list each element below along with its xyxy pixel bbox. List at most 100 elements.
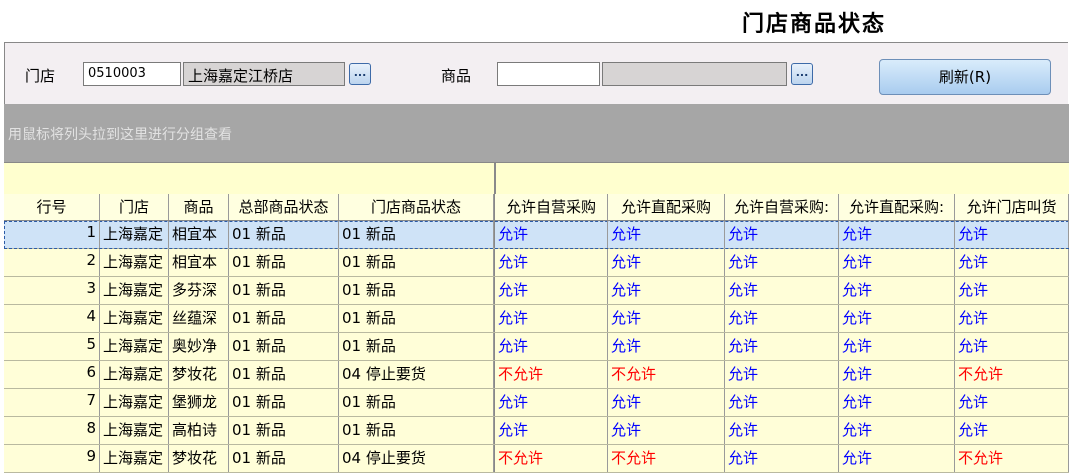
store-cell[interactable]: 上海嘉定 — [100, 305, 169, 332]
allow-direct-purchase-cell[interactable]: 允许 — [608, 221, 725, 248]
column-header-allow-direct-purchase[interactable]: 允许直配采购 — [608, 194, 725, 220]
allow-direct-purchase-cell[interactable]: 不允许 — [608, 361, 725, 388]
hq-status-cell[interactable]: 01 新品 — [229, 305, 339, 332]
allow-direct-purchase-2-cell[interactable]: 允许 — [839, 249, 955, 276]
allow-self-purchase-cell[interactable]: 不允许 — [494, 361, 608, 388]
allow-direct-purchase-cell[interactable]: 允许 — [608, 305, 725, 332]
group-by-area[interactable]: 用鼠标将列头拉到这里进行分组查看 — [4, 104, 1069, 162]
allow-self-purchase-2-cell[interactable]: 允许 — [725, 221, 839, 248]
table-row[interactable]: 7 上海嘉定 堡狮龙 01 新品 01 新品 允许 允许 允许 允许 允许 — [4, 389, 1069, 417]
allow-store-order-cell[interactable]: 允许 — [955, 305, 1069, 332]
column-header-product[interactable]: 商品 — [169, 194, 229, 220]
allow-store-order-cell[interactable]: 不允许 — [955, 445, 1069, 472]
product-cell[interactable]: 堡狮龙 — [169, 389, 229, 416]
product-cell[interactable]: 相宜本 — [169, 221, 229, 248]
store-cell[interactable]: 上海嘉定 — [100, 445, 169, 472]
store-cell[interactable]: 上海嘉定 — [100, 333, 169, 360]
allow-direct-purchase-2-cell[interactable]: 允许 — [839, 305, 955, 332]
refresh-button[interactable]: 刷新(R) — [879, 59, 1051, 95]
allow-store-order-cell[interactable]: 允许 — [955, 333, 1069, 360]
row-number-cell[interactable]: 3 — [4, 277, 100, 304]
allow-direct-purchase-cell[interactable]: 允许 — [608, 417, 725, 444]
allow-store-order-cell[interactable]: 允许 — [955, 389, 1069, 416]
allow-self-purchase-cell[interactable]: 允许 — [494, 417, 608, 444]
allow-self-purchase-cell[interactable]: 允许 — [494, 221, 608, 248]
allow-direct-purchase-2-cell[interactable]: 允许 — [839, 277, 955, 304]
store-status-cell[interactable]: 01 新品 — [339, 417, 494, 444]
allow-direct-purchase-cell[interactable]: 允许 — [608, 249, 725, 276]
allow-self-purchase-cell[interactable]: 允许 — [494, 333, 608, 360]
row-number-cell[interactable]: 9 — [4, 445, 100, 472]
allow-self-purchase-2-cell[interactable]: 允许 — [725, 333, 839, 360]
allow-self-purchase-cell[interactable]: 允许 — [494, 277, 608, 304]
hq-status-cell[interactable]: 01 新品 — [229, 221, 339, 248]
table-row[interactable]: 3 上海嘉定 多芬深 01 新品 01 新品 允许 允许 允许 允许 允许 — [4, 277, 1069, 305]
allow-direct-purchase-2-cell[interactable]: 允许 — [839, 221, 955, 248]
product-cell[interactable]: 梦妆花 — [169, 445, 229, 472]
store-status-cell[interactable]: 04 停止要货 — [339, 361, 494, 388]
table-row[interactable]: 5 上海嘉定 奥妙净 01 新品 01 新品 允许 允许 允许 允许 允许 — [4, 333, 1069, 361]
hq-status-cell[interactable]: 01 新品 — [229, 361, 339, 388]
allow-direct-purchase-2-cell[interactable]: 允许 — [839, 445, 955, 472]
allow-direct-purchase-2-cell[interactable]: 允许 — [839, 389, 955, 416]
allow-direct-purchase-2-cell[interactable]: 允许 — [839, 417, 955, 444]
allow-self-purchase-cell[interactable]: 不允许 — [494, 445, 608, 472]
allow-self-purchase-cell[interactable]: 允许 — [494, 389, 608, 416]
allow-store-order-cell[interactable]: 允许 — [955, 249, 1069, 276]
row-number-cell[interactable]: 4 — [4, 305, 100, 332]
allow-self-purchase-cell[interactable]: 允许 — [494, 305, 608, 332]
row-number-cell[interactable]: 8 — [4, 417, 100, 444]
product-cell[interactable]: 多芬深 — [169, 277, 229, 304]
product-cell[interactable]: 丝蕴深 — [169, 305, 229, 332]
allow-direct-purchase-2-cell[interactable]: 允许 — [839, 333, 955, 360]
hq-status-cell[interactable]: 01 新品 — [229, 445, 339, 472]
column-header-row-no[interactable]: 行号 — [4, 194, 100, 220]
row-number-cell[interactable]: 2 — [4, 249, 100, 276]
product-cell[interactable]: 相宜本 — [169, 249, 229, 276]
hq-status-cell[interactable]: 01 新品 — [229, 389, 339, 416]
hq-status-cell[interactable]: 01 新品 — [229, 249, 339, 276]
store-cell[interactable]: 上海嘉定 — [100, 249, 169, 276]
store-status-cell[interactable]: 01 新品 — [339, 389, 494, 416]
table-row[interactable]: 9 上海嘉定 梦妆花 01 新品 04 停止要货 不允许 不允许 允许 允许 不允许 — [4, 445, 1069, 473]
store-cell[interactable]: 上海嘉定 — [100, 361, 169, 388]
store-status-cell[interactable]: 04 停止要货 — [339, 445, 494, 472]
allow-direct-purchase-cell[interactable]: 不允许 — [608, 445, 725, 472]
column-header-store[interactable]: 门店 — [100, 194, 169, 220]
table-row[interactable]: 1 上海嘉定 相宜本 01 新品 01 新品 允许 允许 允许 允许 允许 — [4, 221, 1069, 249]
allow-self-purchase-2-cell[interactable]: 允许 — [725, 417, 839, 444]
product-code-field[interactable] — [497, 62, 600, 86]
store-cell[interactable]: 上海嘉定 — [100, 389, 169, 416]
column-header-allow-direct-purchase-2[interactable]: 允许直配采购: — [839, 194, 955, 220]
allow-store-order-cell[interactable]: 允许 — [955, 221, 1069, 248]
hq-status-cell[interactable]: 01 新品 — [229, 417, 339, 444]
product-lookup-button[interactable]: ... — [791, 63, 813, 85]
product-cell[interactable]: 高柏诗 — [169, 417, 229, 444]
store-status-cell[interactable]: 01 新品 — [339, 305, 494, 332]
store-lookup-button[interactable]: ... — [349, 63, 371, 85]
allow-store-order-cell[interactable]: 允许 — [955, 417, 1069, 444]
store-status-cell[interactable]: 01 新品 — [339, 249, 494, 276]
column-header-allow-self-purchase-2[interactable]: 允许自营采购: — [725, 194, 839, 220]
allow-direct-purchase-cell[interactable]: 允许 — [608, 333, 725, 360]
row-number-cell[interactable]: 6 — [4, 361, 100, 388]
row-number-cell[interactable]: 1 — [4, 221, 100, 248]
hq-status-cell[interactable]: 01 新品 — [229, 277, 339, 304]
allow-direct-purchase-2-cell[interactable]: 允许 — [839, 361, 955, 388]
allow-self-purchase-2-cell[interactable]: 允许 — [725, 389, 839, 416]
product-cell[interactable]: 奥妙净 — [169, 333, 229, 360]
column-header-store-status[interactable]: 门店商品状态 — [339, 194, 494, 220]
store-cell[interactable]: 上海嘉定 — [100, 417, 169, 444]
allow-self-purchase-cell[interactable]: 允许 — [494, 249, 608, 276]
hq-status-cell[interactable]: 01 新品 — [229, 333, 339, 360]
allow-self-purchase-2-cell[interactable]: 允许 — [725, 249, 839, 276]
table-row[interactable]: 6 上海嘉定 梦妆花 01 新品 04 停止要货 不允许 不允许 允许 允许 不允许 — [4, 361, 1069, 389]
store-status-cell[interactable]: 01 新品 — [339, 277, 494, 304]
table-row[interactable]: 4 上海嘉定 丝蕴深 01 新品 01 新品 允许 允许 允许 允许 允许 — [4, 305, 1069, 333]
store-code-field[interactable]: 0510003 — [83, 62, 181, 86]
store-status-cell[interactable]: 01 新品 — [339, 333, 494, 360]
row-number-cell[interactable]: 7 — [4, 389, 100, 416]
allow-self-purchase-2-cell[interactable]: 允许 — [725, 277, 839, 304]
allow-store-order-cell[interactable]: 允许 — [955, 277, 1069, 304]
allow-self-purchase-2-cell[interactable]: 允许 — [725, 305, 839, 332]
